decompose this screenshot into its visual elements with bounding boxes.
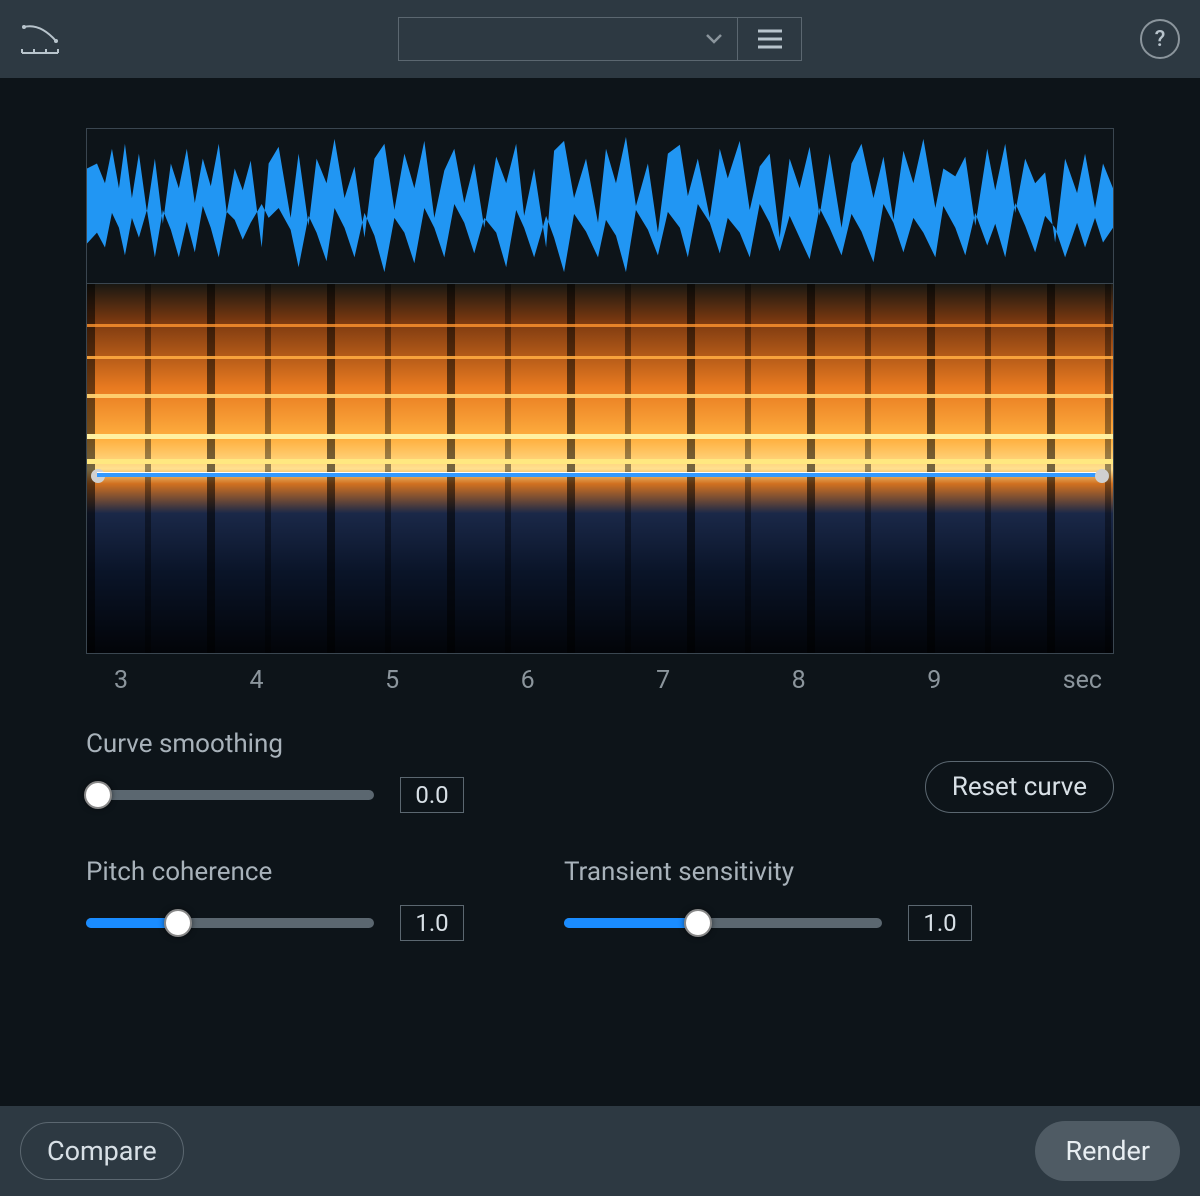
tick: 5 bbox=[385, 666, 399, 695]
chevron-down-icon bbox=[705, 33, 723, 45]
transient-sensitivity-slider[interactable] bbox=[564, 918, 882, 928]
preset-dropdown[interactable] bbox=[398, 17, 738, 61]
content-area: 3 4 5 6 7 8 9 sec Curve smoothing 0.0 Re… bbox=[0, 78, 1200, 1106]
pitch-coherence-slider[interactable] bbox=[86, 918, 374, 928]
pitch-coherence-label: Pitch coherence bbox=[86, 857, 464, 887]
tick-unit: sec bbox=[1063, 666, 1102, 695]
curve-smoothing-slider[interactable] bbox=[86, 790, 374, 800]
pitch-curve-line[interactable] bbox=[97, 472, 1103, 477]
spectrogram-display[interactable] bbox=[86, 284, 1114, 654]
pitch-coherence-group: Pitch coherence 1.0 bbox=[86, 857, 464, 941]
tick: 9 bbox=[927, 666, 941, 695]
render-button[interactable]: Render bbox=[1035, 1121, 1180, 1181]
pitch-coherence-value[interactable]: 1.0 bbox=[400, 905, 464, 941]
help-icon: ? bbox=[1155, 27, 1166, 52]
hamburger-icon bbox=[756, 28, 784, 50]
curve-smoothing-group: Curve smoothing 0.0 bbox=[86, 729, 464, 813]
pitch-curve-icon bbox=[20, 19, 60, 59]
tick: 8 bbox=[792, 666, 806, 695]
menu-button[interactable] bbox=[738, 17, 802, 61]
curve-smoothing-value[interactable]: 0.0 bbox=[400, 777, 464, 813]
transient-sensitivity-group: Transient sensitivity 1.0 bbox=[564, 857, 972, 941]
transient-sensitivity-value[interactable]: 1.0 bbox=[908, 905, 972, 941]
tick: 3 bbox=[114, 666, 128, 695]
timeline-ruler: 3 4 5 6 7 8 9 sec bbox=[86, 654, 1114, 695]
reset-curve-button[interactable]: Reset curve bbox=[925, 761, 1114, 813]
curve-smoothing-label: Curve smoothing bbox=[86, 729, 464, 759]
tick: 7 bbox=[656, 666, 670, 695]
tick: 4 bbox=[250, 666, 264, 695]
waveform-display[interactable] bbox=[86, 128, 1114, 284]
compare-button[interactable]: Compare bbox=[20, 1122, 184, 1180]
footer: Compare Render bbox=[0, 1106, 1200, 1196]
tick: 6 bbox=[521, 666, 535, 695]
transient-sensitivity-label: Transient sensitivity bbox=[564, 857, 972, 887]
help-button[interactable]: ? bbox=[1140, 19, 1180, 59]
topbar: ? bbox=[0, 0, 1200, 78]
